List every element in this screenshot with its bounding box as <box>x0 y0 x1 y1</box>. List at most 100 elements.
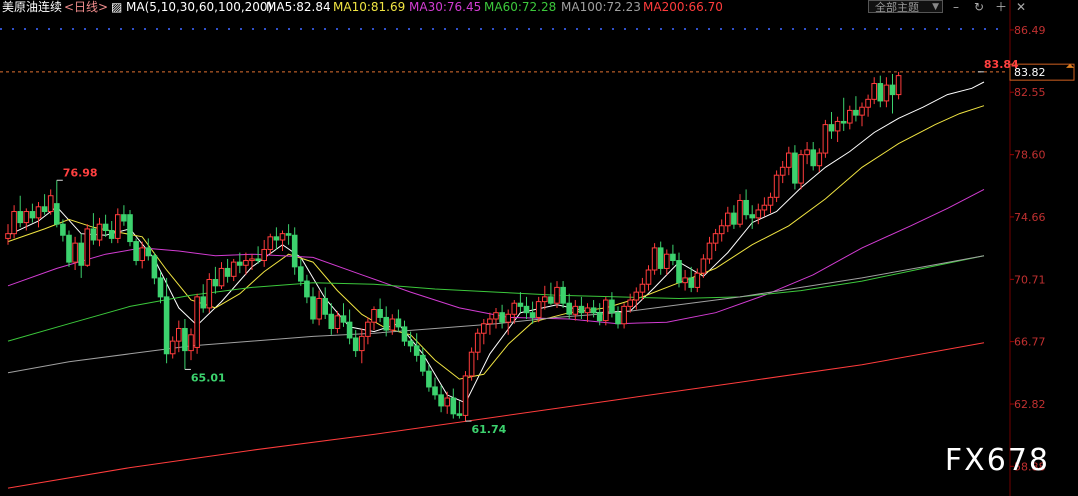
candle[interactable] <box>133 238 139 266</box>
candle[interactable] <box>651 243 658 275</box>
candle[interactable] <box>847 105 853 130</box>
candle[interactable] <box>657 241 664 275</box>
candle[interactable] <box>438 385 444 413</box>
candle[interactable] <box>517 292 524 313</box>
candle[interactable] <box>169 336 176 359</box>
candle[interactable] <box>859 102 865 127</box>
candle[interactable] <box>5 224 11 245</box>
candle[interactable] <box>66 230 72 267</box>
candle[interactable] <box>584 303 591 323</box>
candle[interactable] <box>200 284 206 313</box>
candle[interactable] <box>11 205 17 239</box>
candle[interactable] <box>542 285 548 310</box>
candle[interactable] <box>792 145 798 190</box>
candle[interactable] <box>468 347 475 381</box>
candle[interactable] <box>72 236 78 271</box>
candle[interactable] <box>853 96 859 122</box>
candle[interactable] <box>285 224 292 245</box>
candle[interactable] <box>773 170 780 203</box>
candle[interactable] <box>877 75 884 108</box>
candle[interactable] <box>456 401 463 419</box>
candlestick-chart[interactable]: 86.4982.5578.6074.6670.7166.7762.8258.88… <box>0 0 1078 496</box>
candle[interactable] <box>548 282 554 305</box>
candle[interactable] <box>493 307 499 329</box>
candle[interactable] <box>224 258 231 283</box>
candle[interactable] <box>194 293 200 354</box>
candle[interactable] <box>346 309 353 345</box>
candle[interactable] <box>670 244 676 266</box>
candle[interactable] <box>426 364 432 392</box>
candle[interactable] <box>29 203 36 223</box>
candle[interactable] <box>17 195 23 228</box>
candle[interactable] <box>798 149 804 190</box>
candle[interactable] <box>816 148 823 173</box>
candle[interactable] <box>432 377 438 400</box>
candle[interactable] <box>731 205 737 229</box>
candle[interactable] <box>664 249 670 275</box>
candle[interactable] <box>682 270 688 291</box>
candle[interactable] <box>182 319 188 370</box>
candle[interactable] <box>261 239 267 267</box>
candle[interactable] <box>871 77 878 105</box>
candle[interactable] <box>481 319 487 345</box>
candle[interactable] <box>645 265 652 291</box>
candle[interactable] <box>566 293 573 320</box>
candle[interactable] <box>706 236 713 264</box>
candle[interactable] <box>621 303 627 329</box>
candle[interactable] <box>151 252 158 285</box>
candle[interactable] <box>47 189 54 215</box>
candle[interactable] <box>371 306 377 331</box>
candle[interactable] <box>499 304 505 329</box>
candle[interactable] <box>712 228 719 252</box>
candle[interactable] <box>603 296 609 326</box>
candle[interactable] <box>218 262 225 289</box>
candle[interactable] <box>572 300 579 321</box>
candle[interactable] <box>230 258 237 282</box>
candle[interactable] <box>340 303 347 327</box>
candle[interactable] <box>267 233 274 255</box>
candle[interactable] <box>560 281 566 308</box>
candle[interactable] <box>718 219 725 242</box>
candle[interactable] <box>237 252 243 274</box>
candle[interactable] <box>157 271 164 304</box>
candle[interactable] <box>840 97 847 131</box>
candle[interactable] <box>889 74 896 114</box>
candle[interactable] <box>78 233 85 278</box>
candle[interactable] <box>298 258 304 286</box>
candle[interactable] <box>291 227 298 275</box>
candle[interactable] <box>96 217 103 247</box>
candle[interactable] <box>883 77 890 108</box>
candle[interactable] <box>249 254 255 271</box>
candle[interactable] <box>322 287 328 320</box>
candle[interactable] <box>90 213 97 245</box>
candle[interactable] <box>35 202 42 228</box>
candle[interactable] <box>737 194 743 228</box>
candle[interactable] <box>212 266 219 294</box>
candle[interactable] <box>108 221 115 244</box>
candle[interactable] <box>121 205 127 226</box>
candle[interactable] <box>615 306 621 329</box>
candle[interactable] <box>279 230 286 252</box>
candle[interactable] <box>834 116 841 143</box>
candle[interactable] <box>310 287 316 324</box>
candle[interactable] <box>401 320 408 346</box>
candle[interactable] <box>554 281 560 308</box>
candle[interactable] <box>41 194 48 215</box>
candle[interactable] <box>487 312 493 335</box>
candle[interactable] <box>102 214 109 237</box>
candle[interactable] <box>413 333 420 362</box>
candle[interactable] <box>810 142 817 171</box>
candle[interactable] <box>725 206 731 233</box>
candle[interactable] <box>377 298 383 323</box>
candle[interactable] <box>523 296 530 320</box>
candle[interactable] <box>365 317 371 345</box>
candle[interactable] <box>273 227 280 250</box>
candle[interactable] <box>828 111 835 139</box>
candle[interactable] <box>316 290 322 326</box>
candle[interactable] <box>450 388 457 419</box>
candle[interactable] <box>462 371 469 422</box>
candle[interactable] <box>767 192 774 214</box>
candle[interactable] <box>127 209 133 247</box>
candle[interactable] <box>743 189 749 220</box>
candle[interactable] <box>865 94 871 117</box>
